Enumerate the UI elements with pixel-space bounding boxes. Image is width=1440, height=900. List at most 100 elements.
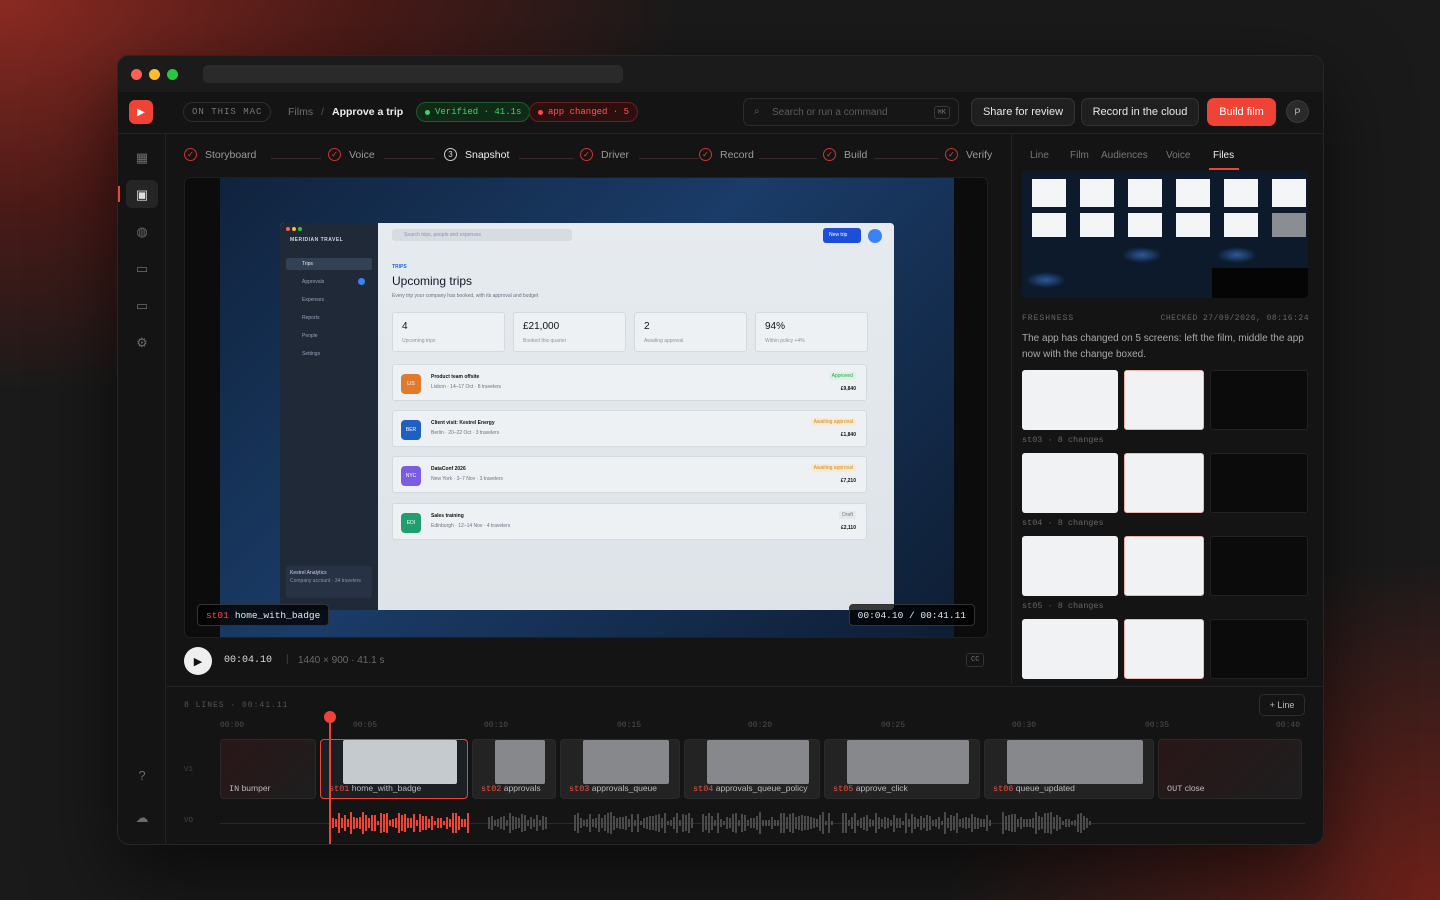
waveform-bar xyxy=(887,818,889,828)
globe-icon[interactable]: ◍ xyxy=(134,224,150,240)
file-thumb[interactable] xyxy=(1128,213,1162,237)
change-diff-thumb[interactable] xyxy=(1210,453,1308,513)
minimize-window-button[interactable] xyxy=(149,69,160,80)
command-search[interactable]: ⌕ Search or run a command ⌘K xyxy=(743,98,959,126)
timeline-clip[interactable]: st03 approvals_queue xyxy=(560,739,680,799)
zoom-window-button[interactable] xyxy=(167,69,178,80)
change-film-thumb[interactable] xyxy=(1022,536,1118,596)
playhead[interactable] xyxy=(329,717,331,844)
video-stage[interactable]: MERIDIAN TRAVEL Trips Approvals Expenses… xyxy=(184,177,988,638)
preview-search-text: Search trips, people and expenses xyxy=(404,232,481,238)
display-icon[interactable]: ▭ xyxy=(134,298,150,314)
monitor-icon[interactable]: ▭ xyxy=(134,261,150,277)
tab-audiences[interactable]: Audiences xyxy=(1101,150,1148,161)
waveform-bar xyxy=(845,812,847,834)
waveform-bar xyxy=(464,819,466,827)
file-thumb[interactable] xyxy=(1032,213,1066,237)
change-app-thumb[interactable] xyxy=(1124,453,1204,513)
step-snapshot[interactable]: 3 Snapshot xyxy=(444,148,509,161)
captions-button[interactable]: CC xyxy=(966,653,985,667)
help-icon[interactable]: ? xyxy=(134,768,150,784)
change-film-thumb[interactable] xyxy=(1022,453,1118,513)
waveform-bar xyxy=(932,820,934,826)
change-label: st03 · 8 changes xyxy=(1022,435,1104,445)
grid-icon[interactable]: ▦ xyxy=(134,150,150,166)
share-for-review-button[interactable]: Share for review xyxy=(971,98,1075,126)
step-voice[interactable]: ✓ Voice xyxy=(328,148,375,161)
change-app-thumb[interactable] xyxy=(1124,536,1204,596)
settings-gear-icon[interactable]: ⚙ xyxy=(134,335,150,351)
film-icon[interactable]: ▣ xyxy=(134,187,150,203)
clip-thumbnail xyxy=(1007,740,1143,784)
app-logo-play-icon[interactable]: ▶ xyxy=(129,100,153,124)
verified-label: Verified · 41.1s xyxy=(435,107,522,117)
location-chip[interactable]: ON THIS MAC xyxy=(183,102,272,122)
waveform-bar xyxy=(950,815,952,831)
step-build[interactable]: ✓ Build xyxy=(823,148,867,161)
tab-film[interactable]: Film xyxy=(1070,150,1089,161)
file-thumb[interactable] xyxy=(1080,179,1114,207)
waveform-bar xyxy=(819,814,821,832)
verified-badge[interactable]: Verified · 41.1s xyxy=(416,102,531,122)
file-thumb[interactable] xyxy=(1272,179,1306,207)
waveform-bar xyxy=(720,818,722,828)
timeline-clip[interactable]: st06 queue_updated xyxy=(984,739,1154,799)
file-thumb[interactable] xyxy=(1080,213,1114,237)
timeline-clip-selected[interactable]: st01 home_with_badge xyxy=(320,739,468,799)
waveform-bar xyxy=(810,817,812,829)
waveform-bar xyxy=(857,819,859,827)
breadcrumb-parent[interactable]: Films xyxy=(288,106,313,118)
change-app-thumb[interactable] xyxy=(1124,370,1204,430)
tab-voice[interactable]: Voice xyxy=(1166,150,1190,161)
app-changed-badge[interactable]: app changed · 5 xyxy=(529,102,639,122)
timeline-clip[interactable]: st05 approve_click xyxy=(824,739,980,799)
change-diff-thumb[interactable] xyxy=(1210,536,1308,596)
file-thumb[interactable] xyxy=(1176,213,1210,237)
cloud-icon[interactable]: ☁ xyxy=(134,810,150,826)
change-film-thumb[interactable] xyxy=(1022,619,1118,679)
tab-files[interactable]: Files xyxy=(1213,150,1234,161)
waveform-bar xyxy=(1002,812,1004,834)
file-thumb[interactable] xyxy=(1272,213,1306,237)
timeline-clip-intro[interactable]: IN bumper xyxy=(220,739,316,799)
file-thumb[interactable] xyxy=(1224,179,1258,207)
waveform-bar xyxy=(1089,820,1091,826)
step-driver[interactable]: ✓ Driver xyxy=(580,148,629,161)
change-film-thumb[interactable] xyxy=(1022,370,1118,430)
user-avatar[interactable]: P xyxy=(1286,100,1309,123)
file-thumb[interactable] xyxy=(1128,179,1162,207)
waveform-bar xyxy=(583,820,585,826)
preview-stat: 94% Within policy +4% xyxy=(755,312,868,352)
timeline-clip[interactable]: st02 approvals xyxy=(472,739,556,799)
search-input[interactable]: Search or run a command xyxy=(772,107,888,118)
waveform-bar xyxy=(822,812,824,834)
step-storyboard[interactable]: ✓ Storyboard xyxy=(184,148,256,161)
waveform-bar xyxy=(506,820,508,826)
change-diff-thumb[interactable] xyxy=(1210,370,1308,430)
waveform-bar xyxy=(789,813,791,833)
record-in-cloud-button[interactable]: Record in the cloud xyxy=(1081,98,1199,126)
timeline-clip[interactable]: st04 approvals_queue_policy xyxy=(684,739,820,799)
close-window-button[interactable] xyxy=(131,69,142,80)
file-thumb[interactable] xyxy=(1032,179,1066,207)
clip-tag: st05 xyxy=(833,784,854,794)
file-thumb[interactable] xyxy=(1176,179,1210,207)
step-connector xyxy=(874,158,939,159)
step-record[interactable]: ✓ Record xyxy=(699,148,754,161)
tab-line[interactable]: Line xyxy=(1030,150,1049,161)
change-app-thumb[interactable] xyxy=(1124,619,1204,679)
waveform-bar xyxy=(1017,818,1019,828)
waveform-bar xyxy=(344,815,346,831)
file-thumb[interactable] xyxy=(1224,213,1258,237)
playhead-handle[interactable] xyxy=(324,711,336,723)
waveform-bar xyxy=(539,819,541,827)
play-button[interactable]: ▶ xyxy=(184,647,212,675)
waveform-bar xyxy=(664,813,666,833)
build-film-button[interactable]: Build film xyxy=(1207,98,1276,126)
step-verify[interactable]: ✓ Verify xyxy=(945,148,992,161)
preview-nav-active xyxy=(286,258,372,270)
change-diff-thumb[interactable] xyxy=(1210,619,1308,679)
add-line-button[interactable]: + Line xyxy=(1259,694,1305,716)
waveform-bar xyxy=(619,816,621,830)
timeline-clip-outro[interactable]: OUT close xyxy=(1158,739,1302,799)
